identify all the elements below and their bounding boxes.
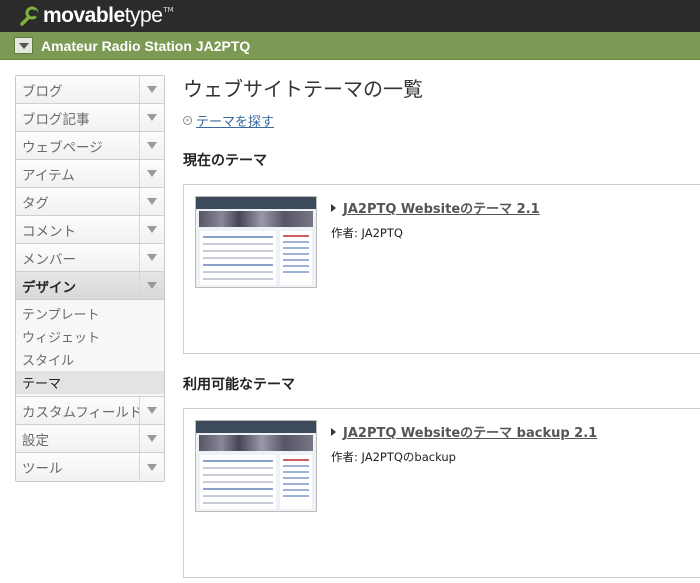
submenu-item-widgets[interactable]: ウィジェット	[16, 325, 164, 348]
chevron-down-icon[interactable]	[139, 132, 164, 159]
find-themes-link[interactable]: テーマを探す	[196, 111, 274, 130]
theme-thumbnail[interactable]	[195, 420, 317, 512]
double-chevron-icon: »	[183, 116, 192, 125]
sidebar-item-label: デザイン	[22, 279, 76, 296]
chevron-down-icon[interactable]	[139, 453, 164, 481]
current-theme-heading: 現在のテーマ	[183, 153, 267, 169]
sidebar-item-label: アイテム	[22, 167, 75, 184]
submenu-item-themes[interactable]: テーマ	[16, 371, 164, 394]
sidebar-item-webpages[interactable]: ウェブページ	[16, 132, 164, 160]
sidebar-item-blog[interactable]: ブログ	[16, 76, 164, 104]
blog-bar: Amateur Radio Station JA2PTQ	[0, 32, 700, 60]
logo-text: movabletype	[43, 4, 163, 27]
theme-name-row: JA2PTQ Websiteのテーマ 2.1	[331, 198, 540, 217]
theme-author: 作者: JA2PTQ	[331, 226, 403, 240]
sidebar-item-tags[interactable]: タグ	[16, 188, 164, 216]
movabletype-logo[interactable]: movabletype TM	[18, 4, 174, 28]
submenu-item-templates[interactable]: テンプレート	[16, 302, 164, 325]
chevron-down-icon[interactable]	[139, 244, 164, 271]
chevron-down-icon[interactable]	[139, 425, 164, 452]
chevron-down-icon[interactable]	[139, 216, 164, 243]
sidebar-item-label: ツール	[22, 461, 63, 477]
chevron-down-icon[interactable]	[139, 188, 164, 215]
logo-trademark: TM	[163, 6, 174, 14]
sidebar-item-settings[interactable]: 設定	[16, 425, 164, 453]
sidebar-item-label: 設定	[22, 432, 49, 449]
theme-name-row: JA2PTQ Websiteのテーマ backup 2.1	[331, 422, 597, 441]
available-themes-heading: 利用可能なテーマ	[183, 377, 295, 393]
blog-name[interactable]: Amateur Radio Station JA2PTQ	[41, 38, 250, 54]
sidebar-item-label: ウェブページ	[22, 139, 103, 156]
blog-switcher-button[interactable]	[14, 37, 33, 54]
design-submenu: テンプレート ウィジェット スタイル テーマ	[16, 300, 164, 397]
sidebar-item-assets[interactable]: アイテム	[16, 160, 164, 188]
chevron-down-icon[interactable]	[139, 272, 164, 299]
current-theme-panel: JA2PTQ Websiteのテーマ 2.1 作者: JA2PTQ	[183, 184, 700, 354]
top-bar: movabletype TM	[0, 0, 700, 32]
sidebar-item-label: コメント	[22, 223, 76, 240]
chevron-down-icon[interactable]	[139, 160, 164, 187]
theme-name-link[interactable]: JA2PTQ Websiteのテーマ 2.1	[343, 198, 540, 217]
sidebar-item-label: ブログ記事	[22, 111, 90, 128]
sidebar-item-entries[interactable]: ブログ記事	[16, 104, 164, 132]
theme-name-link[interactable]: JA2PTQ Websiteのテーマ backup 2.1	[343, 422, 597, 441]
sidebar-item-custom-fields[interactable]: カスタムフィールド	[16, 397, 164, 425]
theme-info: JA2PTQ Websiteのテーマ backup 2.1 作者: JA2PTQ…	[331, 422, 597, 465]
expand-triangle-icon[interactable]	[331, 203, 336, 212]
page-title: ウェブサイトテーマの一覧	[183, 77, 423, 101]
chevron-down-icon[interactable]	[139, 104, 164, 131]
chevron-down-icon	[18, 42, 29, 49]
theme-thumbnail[interactable]	[195, 196, 317, 288]
find-themes-link-row: » テーマを探す	[183, 111, 700, 130]
chevron-down-icon[interactable]	[139, 76, 164, 103]
main-content: ウェブサイトテーマの一覧 » テーマを探す 現在のテーマ JA2PTQ Webs…	[183, 75, 700, 578]
theme-author: 作者: JA2PTQのbackup	[331, 450, 456, 464]
theme-info: JA2PTQ Websiteのテーマ 2.1 作者: JA2PTQ	[331, 198, 540, 241]
sidebar-item-members[interactable]: メンバー	[16, 244, 164, 272]
sidebar-item-label: カスタムフィールド	[22, 404, 139, 421]
sidebar-item-label: タグ	[22, 195, 49, 212]
sidebar-item-label: ブログ	[22, 83, 63, 100]
chevron-down-icon[interactable]	[139, 397, 164, 424]
available-theme-panel: JA2PTQ Websiteのテーマ backup 2.1 作者: JA2PTQ…	[183, 408, 700, 578]
sidebar-item-design[interactable]: デザイン	[16, 272, 164, 300]
submenu-item-styles[interactable]: スタイル	[16, 348, 164, 371]
sidebar-item-comments[interactable]: コメント	[16, 216, 164, 244]
expand-triangle-icon[interactable]	[331, 427, 336, 436]
sidebar-nav: ブログ ブログ記事 ウェブページ アイテム タグ コメント メンバー デザイン …	[15, 75, 165, 482]
sidebar-item-tools[interactable]: ツール	[16, 453, 164, 481]
sidebar-item-label: メンバー	[22, 251, 76, 268]
wrench-logo-icon	[20, 6, 40, 26]
